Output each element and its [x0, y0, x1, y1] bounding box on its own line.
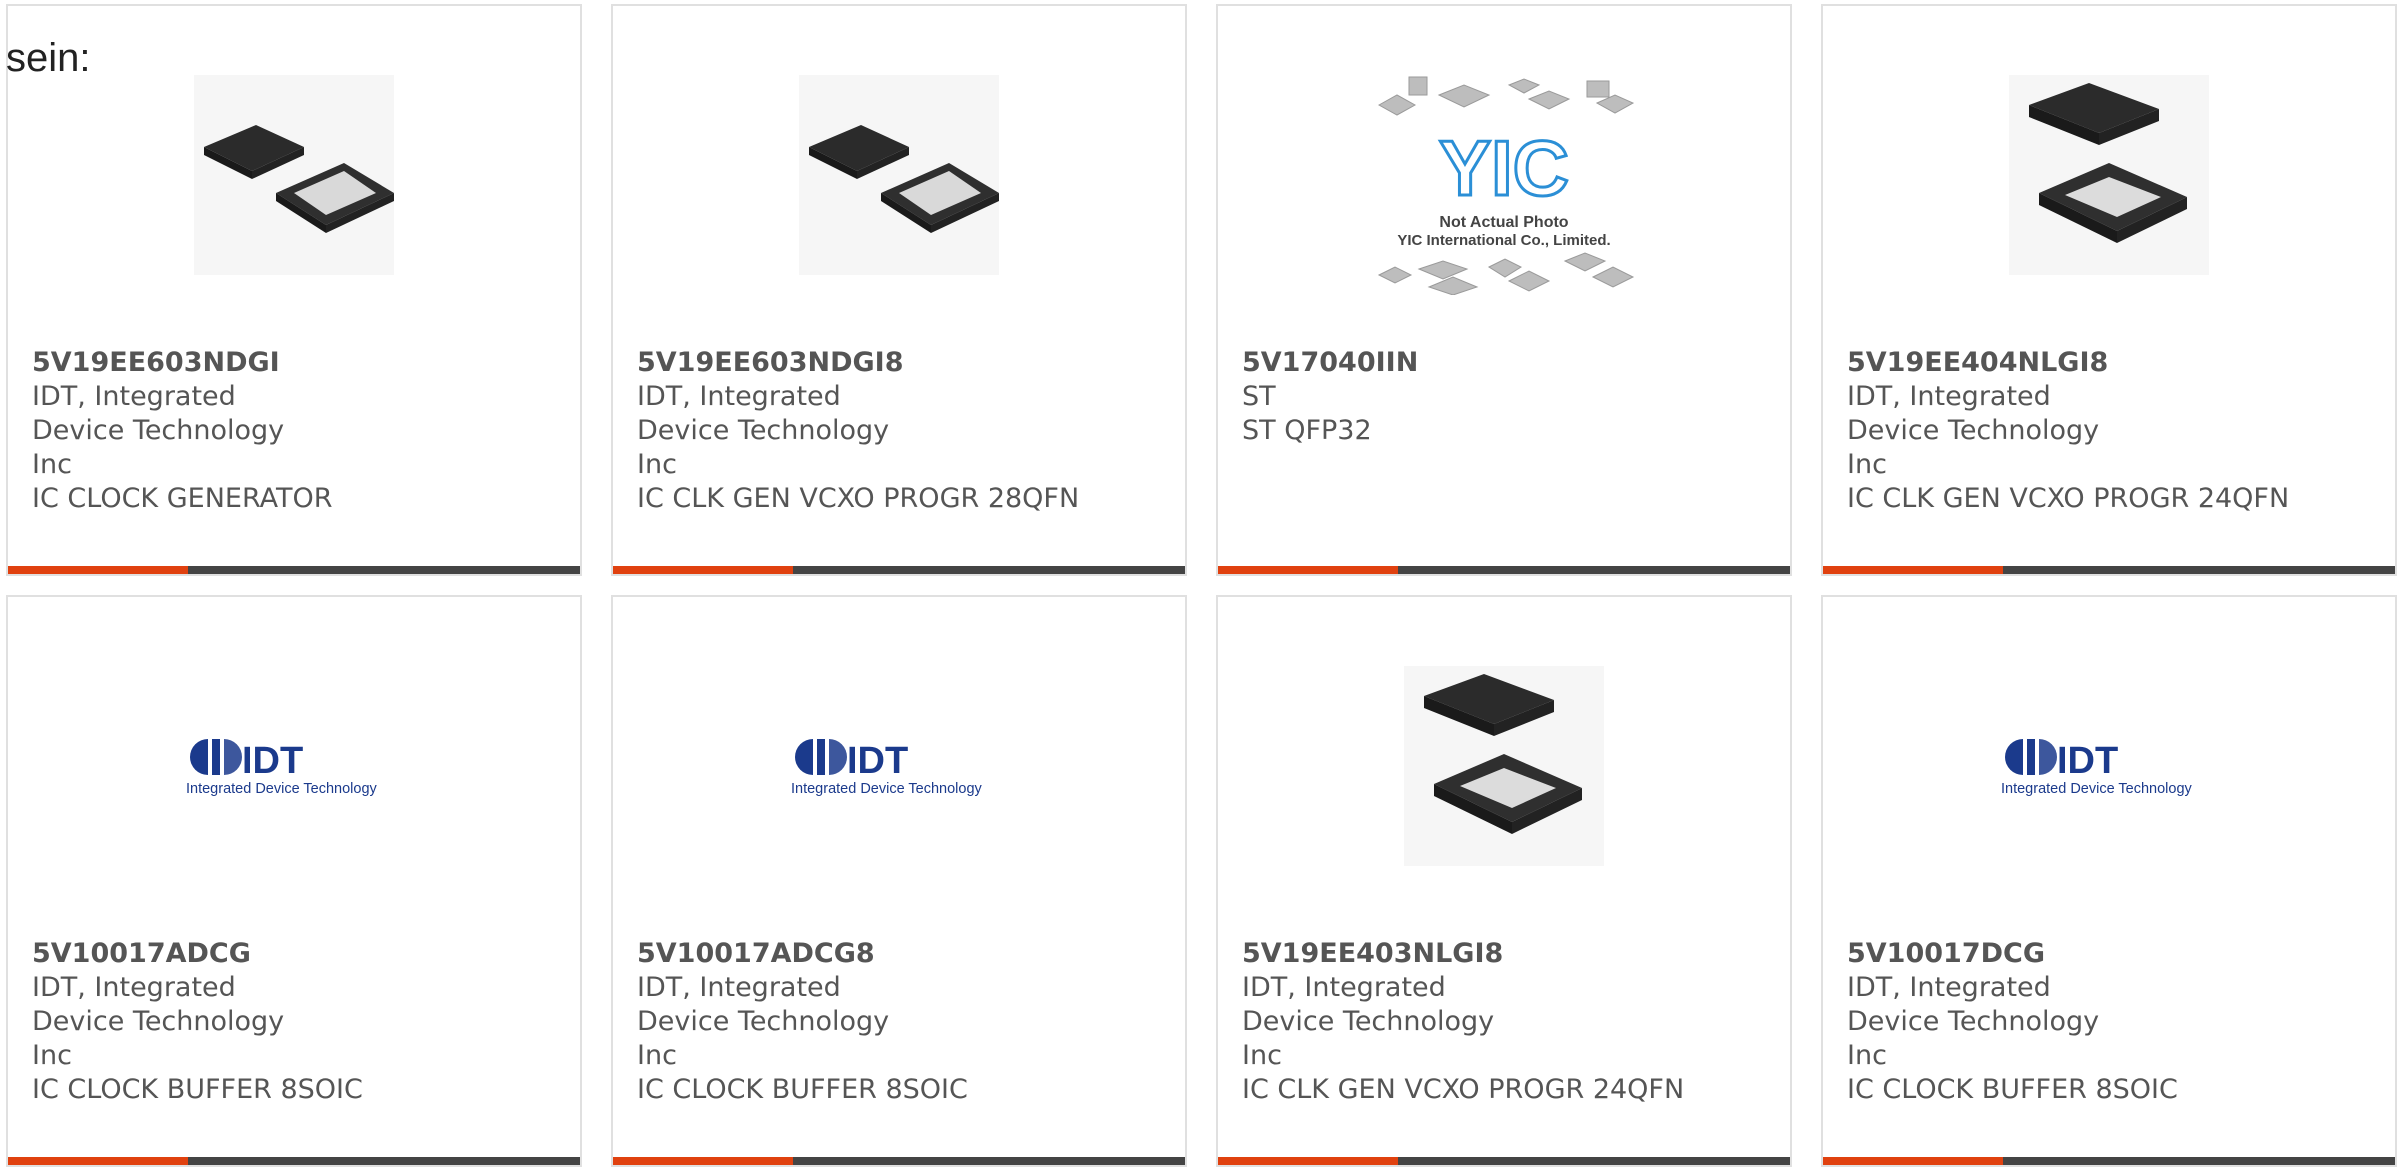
description: IC CLOCK BUFFER 8SOIC — [32, 1074, 363, 1105]
card-accent-bar — [8, 566, 188, 574]
description: IC CLK GEN VCXO PROGR 24QFN — [1847, 483, 2290, 514]
part-number-link[interactable]: 5V17040IIN — [1242, 346, 1780, 380]
part-number-link[interactable]: 5V10017ADCG — [32, 937, 570, 971]
svg-text:YIC International Co., Limited: YIC International Co., Limited. — [1397, 232, 1610, 249]
card-accent-bar — [613, 566, 793, 574]
card-bottom-bar — [613, 566, 1185, 574]
chip-photo-icon — [194, 75, 394, 275]
description: IC CLK GEN VCXO PROGR 24QFN — [1242, 1074, 1685, 1105]
card-bottom-bar — [1823, 566, 2395, 574]
part-number-link[interactable]: 5V19EE603NDGI8 — [637, 346, 1175, 380]
product-image[interactable]: IDT Integrated Device Technology — [1823, 661, 2395, 871]
product-image[interactable] — [1823, 70, 2395, 280]
part-number-link[interactable]: 5V19EE404NLGI8 — [1847, 346, 2385, 380]
card-accent-bar — [1218, 566, 1398, 574]
svg-text:Integrated Device Technology: Integrated Device Technology — [791, 781, 983, 797]
svg-text:IDT: IDT — [242, 740, 303, 782]
product-card[interactable]: 5V19EE603NDGI IDT, Integrated Device Tech… — [6, 4, 582, 576]
idt-logo-icon: IDT Integrated Device Technology — [184, 731, 404, 801]
svg-text:Not Actual Photo: Not Actual Photo — [1439, 214, 1568, 231]
product-image[interactable] — [8, 70, 580, 280]
description: IC CLOCK GENERATOR — [32, 483, 333, 514]
product-info: 5V19EE603NDGI IDT, Integrated Device Tech… — [32, 346, 570, 516]
product-info: 5V19EE404NLGI8 IDT, Integrated Device Tec… — [1847, 346, 2385, 516]
part-number-link[interactable]: 5V10017ADCG8 — [637, 937, 1175, 971]
yic-placeholder-icon: YIC Not Actual Photo YIC International C… — [1377, 76, 1635, 295]
card-accent-bar — [613, 1157, 793, 1165]
product-card[interactable]: 5V19EE403NLGI8 IDT, Integrated Device Tec… — [1216, 595, 1792, 1167]
product-info: 5V10017ADCG IDT, Integrated Device Techno… — [32, 937, 570, 1107]
idt-logo-icon: IDT Integrated Device Technology — [1999, 731, 2219, 801]
product-info: 5V10017DCG IDT, Integrated Device Technol… — [1847, 937, 2385, 1107]
product-card[interactable]: 5V19EE404NLGI8 IDT, Integrated Device Tec… — [1821, 4, 2397, 576]
card-bottom-bar — [1823, 1157, 2395, 1165]
product-image[interactable] — [613, 70, 1185, 280]
product-image[interactable]: IDT Integrated Device Technology — [8, 661, 580, 871]
card-bottom-bar — [613, 1157, 1185, 1165]
product-image[interactable] — [1218, 661, 1790, 871]
product-info: 5V10017ADCG8 IDT, Integrated Device Techn… — [637, 937, 1175, 1107]
card-accent-bar — [1218, 1157, 1398, 1165]
product-image[interactable]: IDT Integrated Device Technology — [613, 661, 1185, 871]
chip-photo-icon — [1404, 666, 1604, 866]
manufacturer: IDT, Integrated Device Technology Inc — [1847, 381, 2100, 480]
part-number-link[interactable]: 5V19EE603NDGI — [32, 346, 570, 380]
product-info: 5V19EE603NDGI8 IDT, Integrated Device Tec… — [637, 346, 1175, 516]
part-number-link[interactable]: 5V19EE403NLGI8 — [1242, 937, 1780, 971]
card-accent-bar — [1823, 566, 2003, 574]
svg-text:Integrated Device Technology: Integrated Device Technology — [2001, 781, 2193, 797]
card-bottom-bar — [8, 566, 580, 574]
product-card[interactable]: IDT Integrated Device Technology 5V10017… — [6, 595, 582, 1167]
idt-logo-icon: IDT Integrated Device Technology — [789, 731, 1009, 801]
product-image[interactable]: YIC Not Actual Photo YIC International C… — [1218, 70, 1790, 295]
card-bottom-bar — [8, 1157, 580, 1165]
svg-text:Integrated Device Technology: Integrated Device Technology — [186, 781, 378, 797]
product-card[interactable]: YIC Not Actual Photo YIC International C… — [1216, 4, 1792, 576]
svg-text:YIC: YIC — [1439, 124, 1569, 212]
manufacturer: IDT, Integrated Device Technology Inc — [637, 972, 890, 1071]
manufacturer: IDT, Integrated Device Technology Inc — [1242, 972, 1495, 1071]
description: IC CLOCK BUFFER 8SOIC — [637, 1074, 968, 1105]
product-card[interactable]: 5V19EE603NDGI8 IDT, Integrated Device Tec… — [611, 4, 1187, 576]
lead-text: sein: — [6, 36, 91, 80]
product-info: 5V19EE403NLGI8 IDT, Integrated Device Tec… — [1242, 937, 1780, 1107]
product-info: 5V17040IIN ST ST QFP32 — [1242, 346, 1780, 448]
chip-photo-icon — [799, 75, 999, 275]
manufacturer: ST — [1242, 381, 1276, 412]
description: IC CLOCK BUFFER 8SOIC — [1847, 1074, 2178, 1105]
description: IC CLK GEN VCXO PROGR 28QFN — [637, 483, 1080, 514]
part-number-link[interactable]: 5V10017DCG — [1847, 937, 2385, 971]
card-bottom-bar — [1218, 1157, 1790, 1165]
manufacturer: IDT, Integrated Device Technology Inc — [637, 381, 890, 480]
svg-text:IDT: IDT — [2057, 740, 2118, 782]
card-bottom-bar — [1218, 566, 1790, 574]
product-card[interactable]: IDT Integrated Device Technology 5V10017… — [1821, 595, 2397, 1167]
description: ST QFP32 — [1242, 415, 1372, 446]
manufacturer: IDT, Integrated Device Technology Inc — [32, 972, 285, 1071]
manufacturer: IDT, Integrated Device Technology Inc — [1847, 972, 2100, 1071]
product-card[interactable]: IDT Integrated Device Technology 5V10017… — [611, 595, 1187, 1167]
card-accent-bar — [8, 1157, 188, 1165]
chip-photo-icon — [2009, 75, 2209, 275]
svg-text:IDT: IDT — [847, 740, 908, 782]
card-accent-bar — [1823, 1157, 2003, 1165]
manufacturer: IDT, Integrated Device Technology Inc — [32, 381, 285, 480]
